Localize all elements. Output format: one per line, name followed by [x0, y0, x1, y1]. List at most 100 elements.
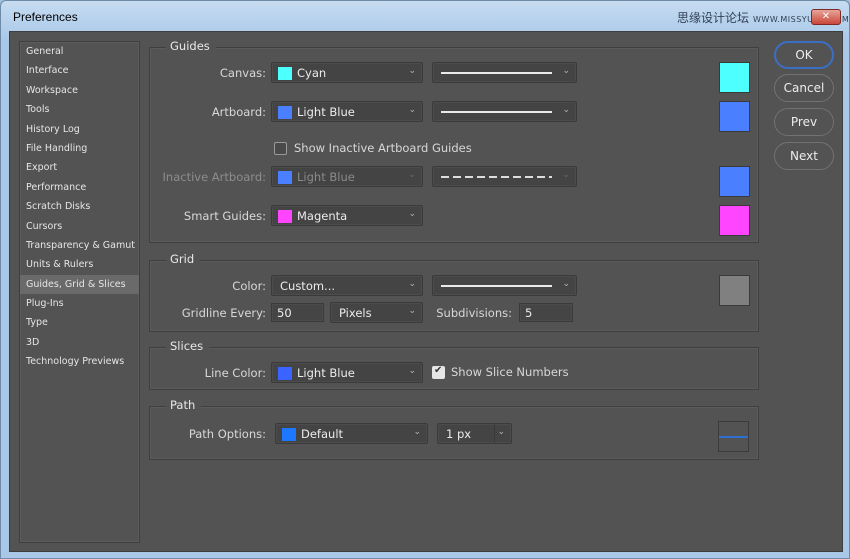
sidebar-item-transparency-gamut[interactable]: Transparency & Gamut: [20, 236, 139, 255]
sidebar-item-3d[interactable]: 3D: [20, 333, 139, 352]
sidebar-item-units-rulers[interactable]: Units & Rulers: [20, 255, 139, 274]
artboard-label: Artboard:: [211, 105, 266, 119]
path-color-value: Default: [301, 427, 344, 441]
grid-color-value: Custom...: [280, 279, 336, 293]
smart-guides-label: Smart Guides:: [183, 209, 266, 223]
path-color-select[interactable]: Default ⌄: [275, 423, 428, 444]
close-icon: ✕: [821, 11, 831, 22]
gridline-every-label: Gridline Every:: [181, 306, 266, 320]
sidebar-item-technology-previews[interactable]: Technology Previews: [20, 352, 139, 371]
subdivisions-input[interactable]: 5: [519, 303, 573, 322]
sidebar-item-scratch-disks[interactable]: Scratch Disks: [20, 197, 139, 216]
slice-line-color-select[interactable]: Light Blue ⌄: [271, 362, 423, 383]
sidebar-item-tools[interactable]: Tools: [20, 100, 139, 119]
window-title: Preferences: [13, 10, 78, 24]
category-list: General Interface Workspace Tools History Lo…: [20, 42, 139, 372]
chevron-down-icon: ⌄: [562, 279, 570, 289]
inactive-artboard-label: Inactive Artboard:: [162, 170, 266, 184]
chevron-down-icon: ⌄: [562, 66, 570, 76]
show-slice-numbers-checkbox[interactable]: [432, 365, 445, 379]
sidebar-item-interface[interactable]: Interface: [20, 61, 139, 80]
canvas-color-swatch: [278, 67, 292, 80]
show-inactive-artboard-label: Show Inactive Artboard Guides: [294, 141, 472, 155]
sidebar-item-history-log[interactable]: History Log: [20, 120, 139, 139]
sidebar-item-performance[interactable]: Performance: [20, 178, 139, 197]
chevron-down-icon: ⌄: [562, 170, 570, 180]
path-width-select[interactable]: 1 px ⌄: [437, 423, 512, 444]
select-divider: [494, 424, 495, 443]
sidebar-item-guides-grid-slices[interactable]: Guides, Grid & Slices: [20, 274, 139, 295]
chevron-down-icon: ⌄: [408, 279, 416, 289]
chevron-down-icon: ⌄: [408, 366, 416, 376]
gridline-unit-select[interactable]: Pixels ⌄: [330, 302, 423, 323]
sidebar-item-general[interactable]: General: [20, 42, 139, 61]
path-width-value: 1 px: [446, 427, 472, 441]
artboard-color-value: Light Blue: [297, 105, 355, 119]
dialog-body: General Interface Workspace Tools History Lo…: [9, 31, 843, 552]
smart-guides-color-preview[interactable]: [719, 205, 750, 236]
inactive-artboard-style-select[interactable]: ⌄: [432, 166, 577, 187]
inactive-artboard-color-preview[interactable]: [719, 166, 750, 197]
grid-color-select[interactable]: Custom... ⌄: [271, 275, 423, 296]
grid-title: Grid: [166, 252, 201, 266]
canvas-color-select[interactable]: Cyan ⌄: [271, 62, 423, 83]
path-preview: [718, 421, 749, 452]
chevron-down-icon: ⌄: [497, 427, 505, 437]
solid-line-icon: [441, 285, 552, 287]
sidebar-item-file-handling[interactable]: File Handling: [20, 139, 139, 158]
canvas-color-value: Cyan: [297, 66, 327, 80]
watermark-text: 思缘设计论坛: [677, 11, 750, 25]
gridline-every-input[interactable]: 50: [271, 303, 324, 322]
prev-button[interactable]: Prev: [774, 108, 834, 136]
canvas-color-preview[interactable]: [719, 62, 750, 93]
chevron-down-icon: ⌄: [408, 105, 416, 115]
inactive-artboard-color-swatch: [278, 171, 292, 184]
path-color-swatch: [282, 428, 296, 441]
artboard-color-preview[interactable]: [719, 101, 750, 132]
title-bar: Preferences 思缘设计论坛 WWW.MISSYUAN.COM ✕: [1, 1, 850, 31]
show-slice-numbers-label: Show Slice Numbers: [451, 365, 569, 379]
smart-guides-color-select[interactable]: Magenta ⌄: [271, 205, 423, 226]
path-preview-line: [719, 436, 748, 438]
ok-button[interactable]: OK: [774, 41, 834, 69]
canvas-style-select[interactable]: ⌄: [432, 62, 577, 83]
grid-color-label: Color:: [232, 279, 266, 293]
dashed-line-icon: [441, 176, 552, 178]
path-title: Path: [166, 398, 202, 412]
show-inactive-artboard-checkbox[interactable]: [274, 142, 287, 155]
artboard-style-select[interactable]: ⌄: [432, 101, 577, 122]
sidebar-item-plug-ins[interactable]: Plug-Ins: [20, 294, 139, 313]
inactive-artboard-color-select[interactable]: Light Blue ⌄: [271, 166, 423, 187]
subdivisions-value: 5: [525, 306, 533, 320]
path-options-label: Path Options:: [188, 427, 266, 441]
solid-line-icon: [441, 111, 552, 113]
chevron-down-icon: ⌄: [413, 427, 421, 437]
next-button[interactable]: Next: [774, 142, 834, 170]
gridline-unit-value: Pixels: [339, 306, 372, 320]
path-group: Path Path Options: Default ⌄ 1 px ⌄: [149, 398, 759, 460]
sidebar-item-export[interactable]: Export: [20, 158, 139, 177]
artboard-color-select[interactable]: Light Blue ⌄: [271, 101, 423, 122]
chevron-down-icon: ⌄: [408, 209, 416, 219]
artboard-color-swatch: [278, 106, 292, 119]
smart-guides-color-swatch: [278, 210, 292, 223]
category-sidebar: General Interface Workspace Tools History Lo…: [19, 41, 140, 543]
preferences-window: Preferences 思缘设计论坛 WWW.MISSYUAN.COM ✕ Gen…: [0, 0, 850, 559]
guides-group: Guides Canvas: Cyan ⌄ ⌄ Artboard: Light …: [149, 39, 759, 243]
grid-group: Grid Color: Custom... ⌄ ⌄ Gridline Every…: [149, 252, 759, 332]
sidebar-item-workspace[interactable]: Workspace: [20, 81, 139, 100]
guides-title: Guides: [166, 39, 216, 53]
grid-color-preview[interactable]: [719, 275, 750, 306]
sidebar-item-type[interactable]: Type: [20, 313, 139, 332]
slice-line-color-value: Light Blue: [297, 366, 355, 380]
chevron-down-icon: ⌄: [562, 105, 570, 115]
smart-guides-color-value: Magenta: [297, 209, 348, 223]
gridline-every-value: 50: [277, 306, 292, 320]
sidebar-item-cursors[interactable]: Cursors: [20, 217, 139, 236]
slice-line-color-swatch: [278, 367, 292, 380]
grid-style-select[interactable]: ⌄: [432, 275, 577, 296]
cancel-button[interactable]: Cancel: [774, 74, 834, 102]
solid-line-icon: [441, 72, 552, 74]
close-button[interactable]: ✕: [811, 9, 841, 25]
line-color-label: Line Color:: [204, 366, 266, 380]
